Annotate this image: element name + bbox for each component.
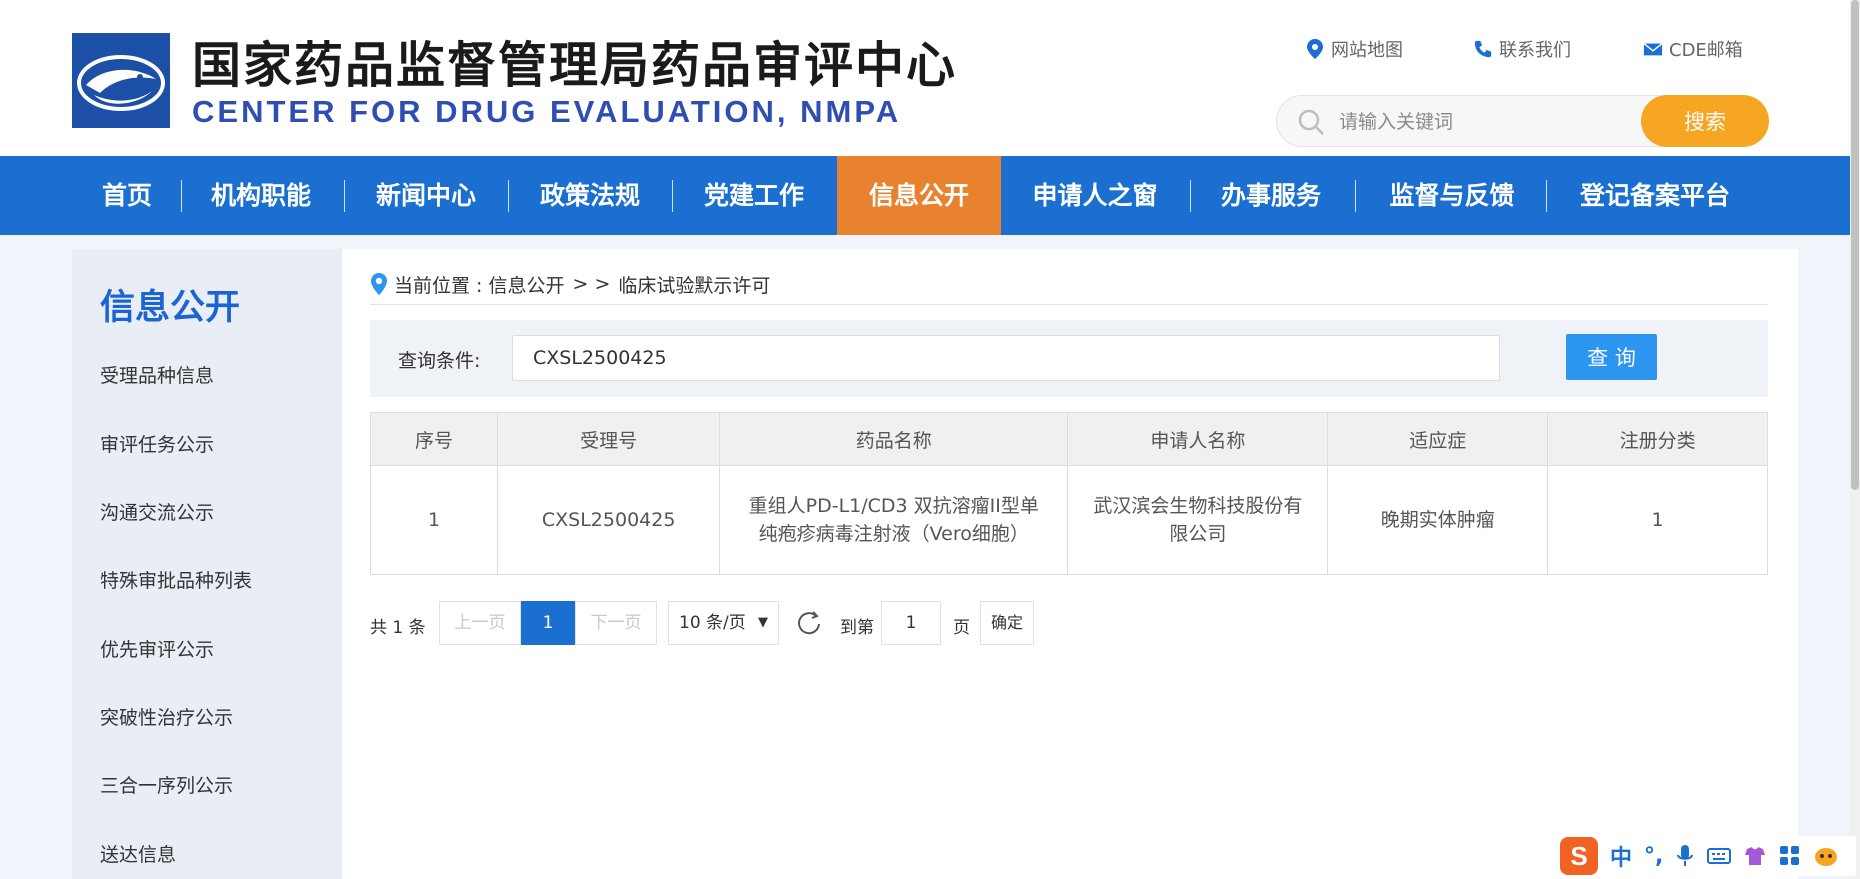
sitemap-label: 网站地图	[1331, 40, 1403, 61]
refresh-icon	[798, 611, 820, 635]
chevron-down-icon: ▼	[758, 615, 768, 630]
skin-icon[interactable]	[1743, 845, 1767, 867]
mail-label: CDE邮箱	[1669, 40, 1743, 61]
page-1-button[interactable]: 1	[521, 601, 575, 645]
sitemap-link[interactable]: 网站地图	[1305, 36, 1403, 62]
cell-index: 1	[369, 465, 499, 575]
keyboard-icon[interactable]	[1707, 846, 1732, 866]
sidebar: 信息公开 受理品种信息 审评任务公示 沟通交流公示 特殊审批品种列表 优先审评公…	[72, 249, 342, 879]
col-header-reg-class: 注册分类	[1547, 412, 1768, 466]
breadcrumb-separator: > >	[572, 273, 611, 295]
nav-home[interactable]: 首页	[81, 156, 173, 235]
breadcrumb-prefix[interactable]: 当前位置 : 信息公开	[394, 271, 564, 298]
site-search: 搜索	[1276, 95, 1769, 147]
pagination: 共 1 条 上一页 1 下一页 10 条/页 ▼ 到第 1 页 确定	[370, 601, 1270, 645]
breadcrumb: 当前位置 : 信息公开 > > 临床试验默示许可	[370, 269, 770, 299]
nav-party[interactable]: 党建工作	[688, 156, 820, 235]
nav-registration[interactable]: 登记备案平台	[1562, 156, 1748, 235]
mascot-icon[interactable]	[1813, 844, 1839, 868]
col-header-accept-no: 受理号	[497, 412, 721, 466]
col-header-drug-name: 药品名称	[719, 412, 1069, 466]
nav-info-disclosure[interactable]: 信息公开	[837, 156, 1001, 235]
goto-label: 到第	[840, 618, 874, 638]
nav-divider	[1355, 180, 1356, 212]
page-size-value: 10 条/页	[679, 613, 746, 633]
mail-icon	[1643, 42, 1663, 56]
query-input[interactable]	[512, 335, 1500, 381]
search-input[interactable]	[1339, 106, 1629, 138]
nav-divider	[1190, 180, 1191, 212]
col-header-applicant: 申请人名称	[1067, 412, 1329, 466]
main-nav: 首页 机构职能 新闻中心 政策法规 党建工作 信息公开 申请人之窗 办事服务 监…	[0, 156, 1850, 235]
next-page-button[interactable]: 下一页	[575, 601, 657, 645]
sidebar-title: 信息公开	[100, 288, 241, 328]
nav-feedback[interactable]: 监督与反馈	[1372, 156, 1532, 235]
sidebar-item-accepted[interactable]: 受理品种信息	[100, 361, 214, 388]
cell-drug-name: 重组人PD-L1/CD3 双抗溶瘤II型单纯疱疹病毒注射液（Vero细胞）	[719, 465, 1069, 575]
contact-link[interactable]: 联系我们	[1473, 36, 1571, 62]
query-bar: 查询条件: 查 询	[370, 320, 1768, 397]
cell-indication: 晚期实体肿瘤	[1327, 465, 1549, 575]
sidebar-item-priority-review[interactable]: 优先审评公示	[100, 635, 214, 662]
query-label: 查询条件:	[398, 350, 481, 372]
ime-language-toggle[interactable]: 中	[1610, 840, 1632, 872]
cell-applicant: 武汉滨会生物科技股份有限公司	[1067, 465, 1329, 575]
refresh-button[interactable]	[796, 609, 822, 637]
cell-accept-no: CXSL2500425	[497, 465, 721, 575]
sogou-logo-icon[interactable]: S	[1560, 837, 1598, 875]
main-content: 当前位置 : 信息公开 > > 临床试验默示许可 查询条件: 查 询 序号 受理…	[342, 249, 1798, 879]
cell-reg-class: 1	[1547, 465, 1768, 575]
breadcrumb-divider	[370, 304, 1768, 305]
cde-logo[interactable]	[72, 33, 170, 128]
search-icon	[1298, 109, 1324, 135]
prev-page-button[interactable]: 上一页	[439, 601, 521, 645]
site-title-cn: 国家药品监督管理局药品审评中心	[192, 37, 958, 94]
nav-divider	[672, 180, 673, 212]
search-button[interactable]: 搜索	[1641, 95, 1769, 147]
sidebar-item-special-approval[interactable]: 特殊审批品种列表	[100, 566, 252, 593]
site-header: 国家药品监督管理局药品审评中心 CENTER FOR DRUG EVALUATI…	[0, 0, 1850, 156]
ime-toolbar: S 中 °,	[1556, 836, 1856, 876]
mic-icon[interactable]	[1675, 844, 1695, 868]
result-table: 序号 受理号 药品名称 申请人名称 适应症 注册分类 1 CXSL2500425…	[369, 412, 1768, 575]
query-button[interactable]: 查 询	[1566, 334, 1657, 380]
page-scrollbar[interactable]	[1850, 0, 1860, 879]
nav-services[interactable]: 办事服务	[1204, 156, 1338, 235]
page-unit-label: 页	[953, 618, 970, 638]
sidebar-item-review-tasks[interactable]: 审评任务公示	[100, 430, 214, 457]
col-header-index: 序号	[369, 412, 499, 466]
goto-page-input[interactable]: 1	[881, 601, 941, 645]
table-row: 1 CXSL2500425 重组人PD-L1/CD3 双抗溶瘤II型单纯疱疹病毒…	[369, 465, 1768, 575]
nav-applicant[interactable]: 申请人之窗	[1016, 156, 1174, 235]
scrollbar-thumb[interactable]	[1851, 0, 1859, 490]
page-size-select[interactable]: 10 条/页 ▼	[668, 601, 779, 645]
nav-divider	[181, 180, 182, 212]
breadcrumb-current: 临床试验默示许可	[618, 274, 771, 297]
table-header-row: 序号 受理号 药品名称 申请人名称 适应症 注册分类	[369, 412, 1768, 466]
col-header-indication: 适应症	[1327, 412, 1549, 466]
nav-organization[interactable]: 机构职能	[196, 156, 326, 235]
nav-divider	[508, 180, 509, 212]
sidebar-item-delivery[interactable]: 送达信息	[100, 840, 176, 867]
nav-policy[interactable]: 政策法规	[524, 156, 656, 235]
mail-link[interactable]: CDE邮箱	[1643, 36, 1743, 62]
pager-total: 共 1 条	[370, 618, 426, 638]
top-links: 网站地图 联系我们 CDE邮箱	[1305, 36, 1765, 64]
ime-punctuation-toggle[interactable]: °,	[1644, 844, 1663, 869]
phone-icon	[1474, 40, 1492, 58]
fish-logo-icon	[72, 33, 170, 128]
sidebar-item-three-in-one[interactable]: 三合一序列公示	[100, 771, 233, 798]
nav-divider	[344, 180, 345, 212]
site-title-en: CENTER FOR DRUG EVALUATION, NMPA	[192, 94, 902, 129]
nav-news[interactable]: 新闻中心	[360, 156, 492, 235]
sidebar-item-breakthrough[interactable]: 突破性治疗公示	[100, 703, 233, 730]
apps-icon[interactable]	[1779, 845, 1801, 867]
goto-confirm-button[interactable]: 确定	[980, 601, 1034, 645]
map-pin-icon	[1307, 39, 1323, 59]
contact-label: 联系我们	[1499, 40, 1571, 61]
location-pin-icon	[371, 273, 387, 295]
nav-divider	[1546, 180, 1547, 212]
sidebar-item-communication[interactable]: 沟通交流公示	[100, 498, 214, 525]
